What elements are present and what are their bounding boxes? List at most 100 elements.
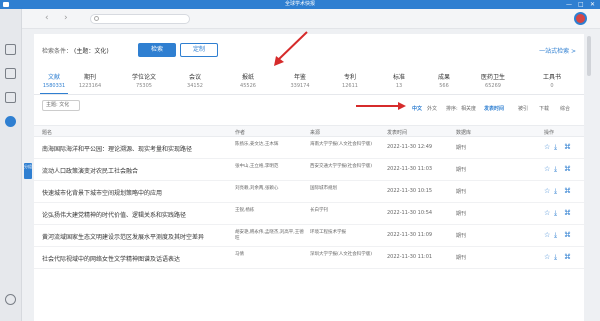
sort-relevance[interactable]: 相关度: [461, 105, 476, 112]
download-icon[interactable]: ⤓: [554, 253, 557, 262]
cite-icon[interactable]: ⌘: [564, 209, 571, 217]
global-search-icon[interactable]: [5, 116, 16, 127]
row-title[interactable]: 快速城市化背景下城市空间规划策略中的应用: [42, 188, 162, 197]
table-row[interactable]: 黄河流域国家生态文明建设示范区发展水平测度及其时空差异 胡安艳,韩永伟,孟晓杰,…: [34, 225, 584, 247]
row-date: 2022-11-30 11:09: [387, 232, 433, 238]
download-icon[interactable]: ⤓: [554, 231, 557, 240]
custom-button[interactable]: 定制: [180, 43, 218, 57]
minimize-button[interactable]: —: [566, 1, 572, 8]
download-icon[interactable]: ⤓: [554, 165, 557, 174]
tab-yearbook[interactable]: 年鉴 339174: [275, 72, 325, 89]
cite-icon[interactable]: ⌘: [564, 231, 571, 239]
table-row[interactable]: 论弘扬伟大建党精神的时代价值、逻辑关系和实践路径 王锐,杨栋 长白学刊 2022…: [34, 203, 584, 225]
row-title[interactable]: 黄河流域国家生态文明建设示范区发展水平测度及其时空差异: [42, 232, 204, 241]
annotation-arrow-icon: [356, 102, 406, 110]
book-icon[interactable]: [5, 68, 16, 79]
row-title[interactable]: 南海国际海洋和平公园：理论溯源、现实考量和实现路径: [42, 144, 192, 153]
lang-chinese[interactable]: 中文: [412, 105, 422, 112]
window-titlebar: 全球学术快报 — □ ✕: [0, 0, 600, 9]
forward-button[interactable]: ›: [64, 14, 68, 23]
condition-label: 检索条件：: [42, 48, 73, 55]
row-author: 刘亮赖,刘余两,张颖心: [235, 186, 279, 191]
row-db: 期刊: [456, 211, 467, 217]
top-search-input[interactable]: [90, 14, 190, 24]
row-source[interactable]: 环境工程技术学报: [310, 230, 382, 236]
download-icon[interactable]: ⤓: [554, 143, 557, 152]
tab-thesis[interactable]: 学位论文 75305: [119, 72, 169, 89]
row-db: 期刊: [456, 145, 467, 151]
user-avatar[interactable]: [574, 12, 587, 25]
close-button[interactable]: ✕: [590, 1, 595, 8]
sort-label: 排序:: [446, 106, 458, 112]
row-date: 2022-11-30 11:01: [387, 254, 433, 260]
col-actions: 操作: [544, 130, 555, 136]
sort-publish-time[interactable]: 发表时间: [484, 105, 504, 112]
row-source[interactable]: 深圳大学学报(人文社会科学版): [310, 252, 382, 258]
cite-icon[interactable]: ⌘: [564, 165, 571, 173]
table-row[interactable]: 南海国际海洋和平公园：理论溯源、现实考量和实现路径 陈扬乐,姜文达,王木辉 海南…: [34, 137, 584, 159]
table-row[interactable]: 快速城市化背景下城市空间规划策略中的应用 刘亮赖,刘余两,张颖心 国际城市规划 …: [34, 181, 584, 203]
row-title[interactable]: 论弘扬伟大建党精神的时代价值、逻辑关系和实践路径: [42, 210, 186, 219]
back-button[interactable]: ‹: [45, 14, 49, 23]
cite-icon[interactable]: ⌘: [564, 143, 571, 151]
advanced-search-link[interactable]: 一站式检索 >: [539, 46, 576, 55]
col-title[interactable]: 题名: [42, 129, 52, 136]
col-author[interactable]: 作者: [235, 129, 245, 136]
sort-download[interactable]: 下载: [539, 105, 549, 112]
row-title[interactable]: 社会代际视域中的网络女性文学精神图谱及话语表达: [42, 254, 180, 263]
tab-journal[interactable]: 期刊 1223164: [65, 72, 115, 89]
row-db: 期刊: [456, 233, 467, 239]
add-icon[interactable]: [5, 294, 16, 305]
tabs-divider: [34, 94, 584, 95]
sort-cited[interactable]: 被引: [518, 105, 528, 112]
tab-patent[interactable]: 专利 12611: [325, 72, 375, 89]
search-button[interactable]: 检索: [138, 43, 176, 57]
left-sidebar: [0, 9, 22, 321]
tab-conference[interactable]: 会议 34152: [170, 72, 220, 89]
download-icon[interactable]: ⤓: [554, 187, 557, 196]
topic-filter-select[interactable]: 主题: 文化: [42, 100, 80, 111]
row-author: 马倩: [235, 252, 244, 257]
row-date: 2022-11-30 10:15: [387, 188, 433, 194]
row-source[interactable]: 长白学刊: [310, 208, 382, 214]
favorite-icon[interactable]: ☆: [544, 165, 550, 173]
tab-medicine[interactable]: 医药卫生 65269: [468, 72, 518, 89]
download-icon[interactable]: ⤓: [554, 209, 557, 218]
maximize-button[interactable]: □: [578, 1, 584, 8]
top-navbar: ‹ ›: [22, 9, 600, 29]
row-source[interactable]: 海南大学学报(人文社会科学版): [310, 142, 382, 148]
cite-icon[interactable]: ⌘: [564, 253, 571, 261]
main-panel: 检索条件： (主题：文化) 检索 定制 一站式检索 > 文献 1580331 期…: [34, 34, 584, 321]
library-icon[interactable]: [5, 92, 16, 103]
scrollbar-thumb[interactable]: [587, 36, 591, 76]
table-row[interactable]: 流动人口政策演变对农民工社会融合 张中山,王立格,李明范 西安交通大学学报(社会…: [34, 159, 584, 181]
col-database[interactable]: 数据库: [456, 129, 471, 136]
tab-standard[interactable]: 标准 13: [374, 72, 424, 89]
row-title[interactable]: 流动人口政策演变对农民工社会融合: [42, 166, 138, 175]
app-logo-icon: [3, 2, 9, 7]
favorite-icon[interactable]: ☆: [544, 231, 550, 239]
row-source[interactable]: 西安交通大学学报(社会科学版): [310, 164, 382, 170]
tab-reference-book[interactable]: 工具书 0: [527, 72, 577, 89]
condition-value: (主题：文化): [74, 48, 109, 55]
lang-foreign[interactable]: 外文: [427, 105, 437, 112]
col-source[interactable]: 来源: [310, 129, 320, 136]
group-flag[interactable]: 分组: [24, 163, 32, 179]
table-row[interactable]: 社会代际视域中的网络女性文学精神图谱及话语表达 马倩 深圳大学学报(人文社会科学…: [34, 247, 584, 269]
row-author: 张中山,王立格,李明范: [235, 164, 279, 169]
row-db: 期刊: [456, 167, 467, 173]
home-icon[interactable]: [5, 44, 16, 55]
tab-achievement[interactable]: 成果 566: [419, 72, 469, 89]
tab-newspaper[interactable]: 报纸 45526: [223, 72, 273, 89]
cite-icon[interactable]: ⌘: [564, 187, 571, 195]
favorite-icon[interactable]: ☆: [544, 187, 550, 195]
favorite-icon[interactable]: ☆: [544, 209, 550, 217]
row-date: 2022-11-30 12:49: [387, 144, 433, 150]
favorite-icon[interactable]: ☆: [544, 143, 550, 151]
row-db: 期刊: [456, 189, 467, 195]
favorite-icon[interactable]: ☆: [544, 253, 550, 261]
col-date[interactable]: 发表时间: [387, 129, 407, 136]
row-source[interactable]: 国际城市规划: [310, 186, 382, 192]
sort-composite[interactable]: 综合: [560, 105, 570, 112]
row-author: 陈扬乐,姜文达,王木辉: [235, 142, 279, 147]
